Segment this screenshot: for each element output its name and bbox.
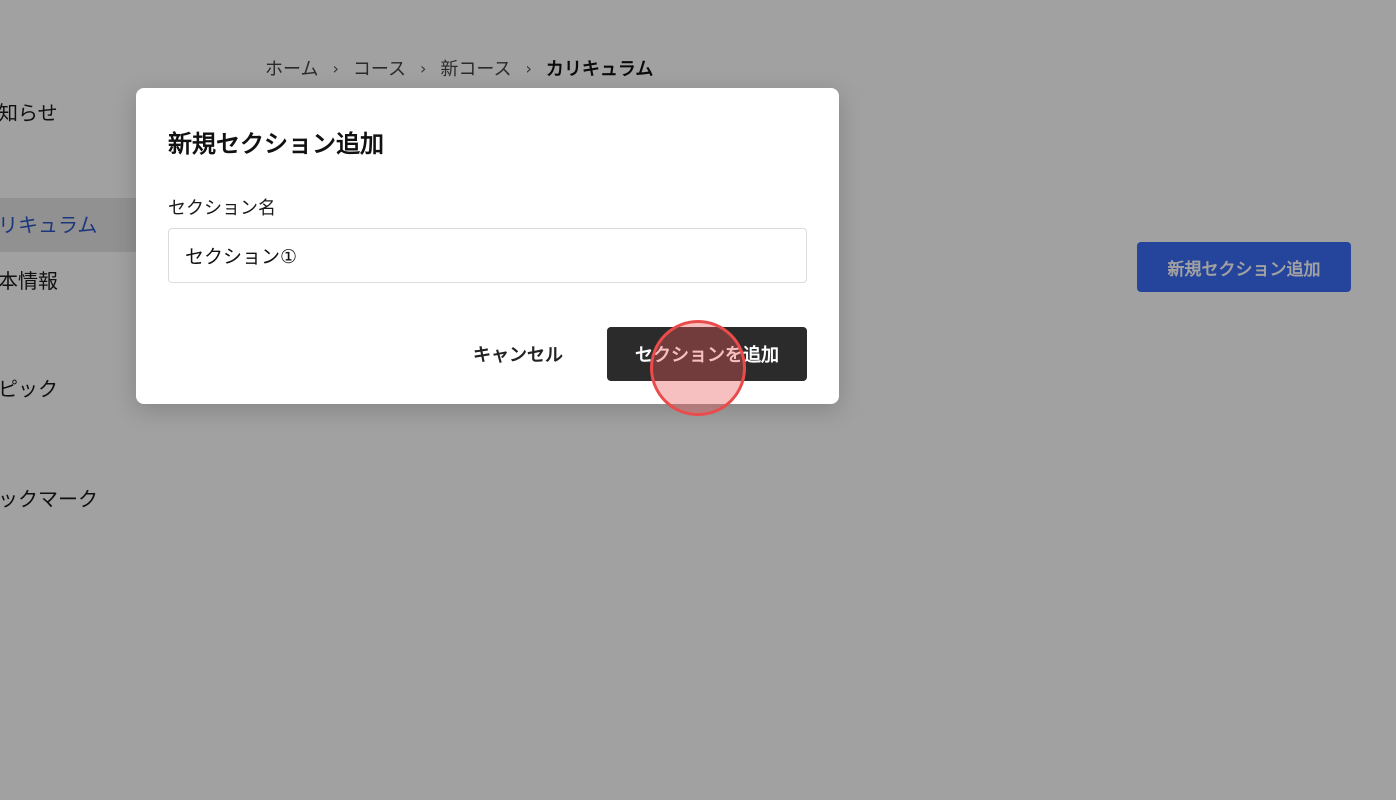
add-section-confirm-button[interactable]: セクションを追加: [607, 327, 807, 381]
section-name-label: セクション名: [168, 198, 276, 219]
cancel-button[interactable]: キャンセル: [448, 327, 588, 381]
dialog-title: 新規セクション追加: [168, 130, 384, 158]
section-name-input[interactable]: [168, 228, 807, 283]
add-section-dialog: 新規セクション追加 セクション名 キャンセル セクションを追加: [136, 88, 839, 404]
